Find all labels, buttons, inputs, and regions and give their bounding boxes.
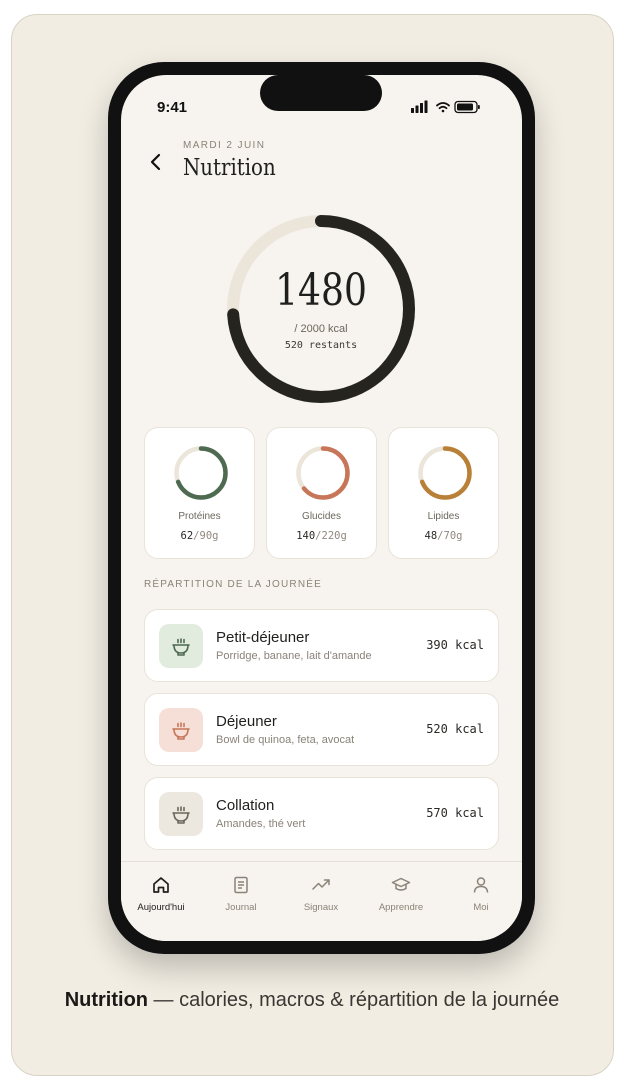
meal-row-petit-dejeuner[interactable]: Petit-déjeuner Porridge, banane, lait d'… bbox=[144, 609, 499, 682]
macro-card-glucides[interactable]: Glucides 140/220g bbox=[266, 427, 377, 559]
calories-consumed: 1480 bbox=[275, 265, 367, 316]
macro-goal: /90g bbox=[193, 530, 219, 542]
tab-journal[interactable]: Journal bbox=[201, 874, 281, 913]
page-title: Nutrition bbox=[183, 155, 276, 181]
macro-goal: /70g bbox=[437, 530, 463, 542]
macro-name: Glucides bbox=[302, 511, 341, 522]
macro-current: 140 bbox=[296, 530, 316, 542]
calories-goal: / 2000 kcal bbox=[294, 323, 348, 335]
tab-signaux[interactable]: Signaux bbox=[281, 874, 361, 913]
meal-row-collation[interactable]: Collation Amandes, thé vert 570 kcal bbox=[144, 777, 499, 850]
section-title: RÉPARTITION DE LA JOURNÉE bbox=[144, 579, 322, 590]
macro-card-proteines[interactable]: Protéines 62/90g bbox=[144, 427, 255, 559]
journal-icon bbox=[234, 876, 248, 894]
meal-description: Porridge, banane, lait d'amande bbox=[216, 650, 372, 662]
macro-value: 140/220g bbox=[267, 530, 376, 542]
graduation-cap-icon bbox=[391, 877, 411, 891]
date-label: MARDI 2 JUIN bbox=[183, 140, 266, 151]
meal-kcal: 390 kcal bbox=[426, 638, 484, 652]
caption-bold: Nutrition bbox=[64, 989, 148, 1011]
bowl-icon bbox=[172, 722, 190, 740]
macro-current: 48 bbox=[424, 530, 438, 542]
macro-goal: /220g bbox=[315, 530, 347, 542]
phone-screen: 9:41 MARDI 2 JUIN Nutrition 1480 / 2000 … bbox=[121, 75, 522, 941]
meal-icon-tile bbox=[159, 624, 203, 668]
meal-kcal: 520 kcal bbox=[426, 722, 484, 736]
meal-description: Amandes, thé vert bbox=[216, 818, 306, 830]
status-icons bbox=[411, 100, 480, 114]
bowl-icon bbox=[172, 638, 190, 656]
macro-ring bbox=[418, 446, 472, 500]
meal-name: Déjeuner bbox=[216, 713, 277, 730]
tab-moi[interactable]: Moi bbox=[441, 874, 521, 913]
meal-name: Petit-déjeuner bbox=[216, 629, 310, 646]
macro-name: Lipides bbox=[427, 511, 460, 522]
meal-description: Bowl de quinoa, feta, avocat bbox=[216, 734, 355, 746]
battery-icon bbox=[454, 100, 480, 114]
macro-card-lipides[interactable]: Lipides 48/70g bbox=[388, 427, 499, 559]
status-time: 9:41 bbox=[157, 99, 188, 116]
wifi-icon bbox=[436, 102, 450, 113]
tab-apprendre[interactable]: Apprendre bbox=[361, 874, 441, 913]
tab-bar: Aujourd'hui Journal Signaux Apprendre Mo… bbox=[121, 861, 522, 941]
dynamic-island bbox=[260, 75, 382, 111]
macro-ring bbox=[296, 446, 350, 500]
tab-label: Moi bbox=[473, 902, 489, 913]
bowl-icon bbox=[172, 806, 190, 824]
macro-ring bbox=[174, 446, 228, 500]
meal-row-dejeuner[interactable]: Déjeuner Bowl de quinoa, feta, avocat 52… bbox=[144, 693, 499, 766]
caption: Nutrition — calories, macros & répartiti… bbox=[40, 986, 584, 1015]
calories-remaining: 520 restants bbox=[284, 340, 358, 351]
tab-label: Signaux bbox=[303, 902, 339, 913]
meal-name: Collation bbox=[216, 797, 275, 814]
caption-text: — calories, macros & répartition de la j… bbox=[148, 989, 560, 1011]
user-icon bbox=[473, 877, 489, 893]
home-icon bbox=[153, 877, 169, 893]
tab-label: Journal bbox=[225, 902, 257, 913]
back-chevron-icon[interactable] bbox=[149, 152, 163, 172]
signal-icon bbox=[411, 100, 428, 113]
meal-kcal: 570 kcal bbox=[426, 806, 484, 820]
macro-value: 48/70g bbox=[389, 530, 498, 542]
meal-icon-tile bbox=[159, 708, 203, 752]
macro-name: Protéines bbox=[178, 511, 221, 522]
trend-icon bbox=[312, 879, 330, 890]
tab-aujourdhui[interactable]: Aujourd'hui bbox=[121, 874, 201, 913]
macro-value: 62/90g bbox=[145, 530, 254, 542]
meal-icon-tile bbox=[159, 792, 203, 836]
tab-label: Apprendre bbox=[378, 902, 424, 913]
macro-current: 62 bbox=[180, 530, 194, 542]
tab-label: Aujourd'hui bbox=[137, 902, 185, 913]
